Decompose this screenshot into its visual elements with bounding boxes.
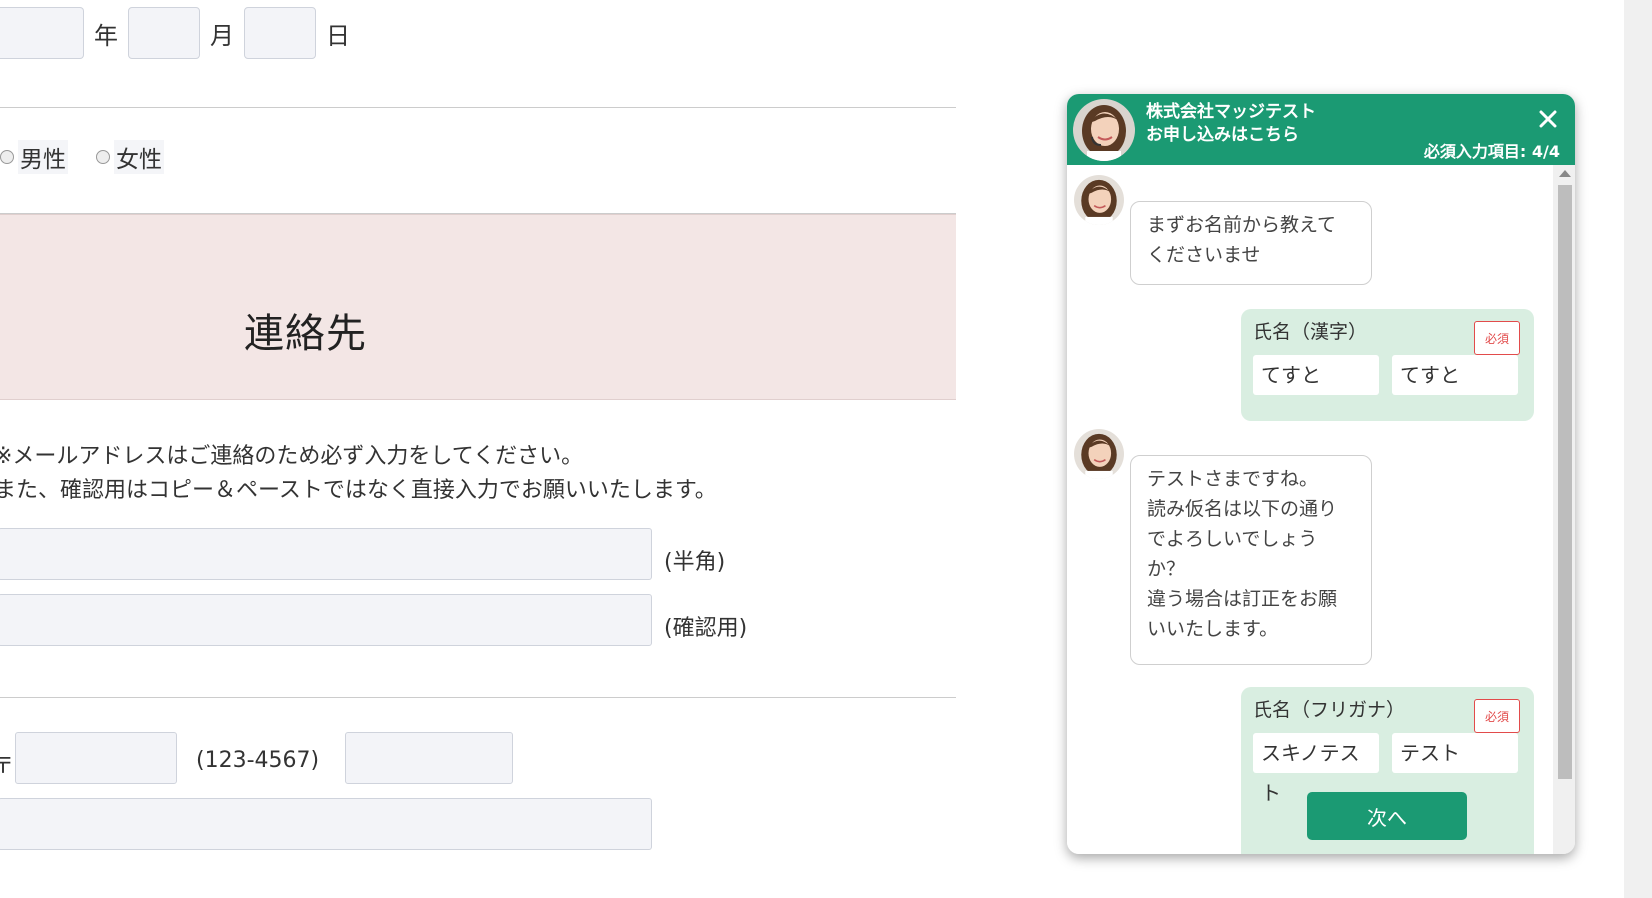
email-suffix: (半角) xyxy=(664,550,726,575)
chat-scrollbar[interactable] xyxy=(1553,165,1575,854)
postal-mark: 〒 xyxy=(0,754,15,779)
day-label: 日 xyxy=(326,21,350,50)
message-line: でよろしいでしょう xyxy=(1147,528,1318,550)
bot-avatar xyxy=(1074,175,1124,225)
company-name: 株式会社マッジテスト xyxy=(1146,102,1316,122)
male-radio[interactable] xyxy=(0,150,14,164)
divider xyxy=(0,697,956,698)
postal-code-input[interactable] xyxy=(15,732,177,784)
message-line: 読み仮名は以下の通り xyxy=(1147,498,1338,520)
year-input[interactable] xyxy=(0,7,84,59)
gender-option-male[interactable]: 男性 xyxy=(0,140,68,174)
female-radio[interactable] xyxy=(96,150,110,164)
message-line: テストさまですね。 xyxy=(1147,468,1319,490)
chat-messages: まずお名前から教えて くださいませ 氏名（漢字） 必須 てすと てすと テストさ… xyxy=(1067,165,1553,854)
registration-form: 年 月 日 男性 女性 連絡先 ※メールアドレスはご連絡のため必ず入力をしてくだ… xyxy=(0,0,960,898)
email-confirm-suffix: (確認用) xyxy=(664,616,748,641)
bot-message: まずお名前から教えて くださいませ xyxy=(1130,201,1372,285)
name-kanji-label: 氏名（漢字） xyxy=(1253,321,1368,343)
last-name-kanji-input[interactable]: てすと xyxy=(1253,355,1379,395)
message-line: いいたします。 xyxy=(1147,618,1279,640)
section-title: 連絡先 xyxy=(244,311,367,357)
chat-header: 株式会社マッジテスト お申し込みはこちら 必須入力項目: 4/4 xyxy=(1067,94,1575,165)
email-confirm-input[interactable] xyxy=(0,594,652,646)
message-line: くださいませ xyxy=(1147,244,1261,266)
bot-avatar xyxy=(1074,429,1124,479)
email-note-line-2: また、確認用はコピー＆ペーストではなく直接入力でお願いいたします。 xyxy=(0,478,717,503)
required-badge: 必須 xyxy=(1474,321,1520,355)
chat-widget: 株式会社マッジテスト お申し込みはこちら 必須入力項目: 4/4 まずお名前から… xyxy=(1067,94,1575,854)
gender-row: 男性 女性 xyxy=(0,140,192,174)
month-label: 月 xyxy=(210,21,234,50)
contact-section-header: 連絡先 xyxy=(0,214,956,400)
postal-lookup-input[interactable] xyxy=(345,732,513,784)
month-input[interactable] xyxy=(128,7,200,59)
scroll-thumb[interactable] xyxy=(1558,185,1572,779)
required-badge: 必須 xyxy=(1474,699,1520,733)
address-input[interactable] xyxy=(0,798,652,850)
postal-hint: (123-4567) xyxy=(196,748,320,773)
chat-title: 株式会社マッジテスト お申し込みはこちら xyxy=(1146,101,1316,147)
message-line: か？ xyxy=(1147,558,1186,580)
scroll-up-icon[interactable] xyxy=(1559,170,1571,177)
day-input[interactable] xyxy=(244,7,316,59)
gender-option-female[interactable]: 女性 xyxy=(96,140,164,174)
close-icon[interactable] xyxy=(1537,108,1559,130)
female-label: 女性 xyxy=(114,140,164,174)
name-kana-label: 氏名（フリガナ） xyxy=(1253,699,1406,721)
next-button[interactable]: 次へ xyxy=(1307,792,1467,840)
bot-message: テストさまですね。 読み仮名は以下の通り でよろしいでしょう か？ 違う場合は訂… xyxy=(1130,455,1372,665)
last-name-kana-input[interactable]: スキノテスト xyxy=(1253,733,1379,805)
message-line: まずお名前から教えて xyxy=(1147,214,1337,236)
name-kana-card: 氏名（フリガナ） 必須 スキノテスト テスト 次へ xyxy=(1241,687,1534,854)
operator-avatar xyxy=(1073,99,1135,161)
male-label: 男性 xyxy=(18,140,68,174)
email-note-line-1: ※メールアドレスはご連絡のため必ず入力をしてください。 xyxy=(0,444,584,469)
chat-subtitle: お申し込みはこちら xyxy=(1146,125,1299,145)
name-kanji-card: 氏名（漢字） 必須 てすと てすと xyxy=(1241,309,1534,421)
first-name-kana-input[interactable]: テスト xyxy=(1392,733,1518,773)
page-scrollbar[interactable] xyxy=(1624,0,1652,898)
divider xyxy=(0,107,956,108)
required-progress: 必須入力項目: 4/4 xyxy=(1423,142,1560,161)
email-input[interactable] xyxy=(0,528,652,580)
birthdate-row: 年 月 日 xyxy=(0,6,360,60)
first-name-kanji-input[interactable]: てすと xyxy=(1392,355,1518,395)
year-label: 年 xyxy=(94,21,118,50)
message-line: 違う場合は訂正をお願 xyxy=(1147,588,1338,610)
